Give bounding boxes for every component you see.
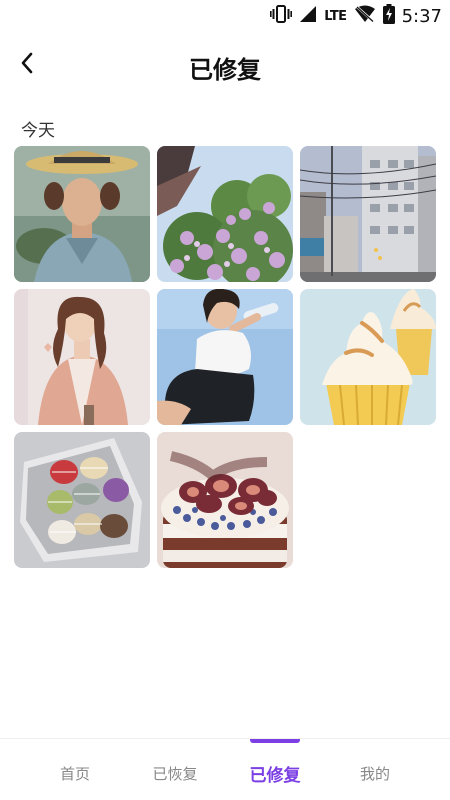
nav-tab-label: 已修复	[249, 766, 301, 786]
photo-woman-straw-hat	[14, 146, 150, 282]
photo-thumbnail[interactable]	[14, 432, 150, 568]
photo-girl-drinking	[157, 289, 293, 425]
nav-tab-label: 首页	[59, 765, 90, 783]
photo-thumbnail[interactable]	[157, 146, 293, 282]
nav-tab-label: 已恢复	[152, 765, 198, 783]
section-date-label: 今天	[21, 121, 55, 141]
network-type-label: LTE	[324, 8, 347, 24]
photo-street-buildings	[300, 146, 436, 282]
photo-thumbnail[interactable]	[157, 289, 293, 425]
nav-tab-repaired[interactable]: 已修复	[225, 739, 325, 800]
nav-tab-home[interactable]: 首页	[25, 739, 125, 800]
nav-tab-mine[interactable]: 我的	[325, 739, 425, 800]
cellular-signal-icon	[299, 5, 317, 27]
photo-thumbnail[interactable]	[300, 289, 436, 425]
page-title: 已修复	[189, 56, 261, 84]
photo-thumbnail[interactable]	[300, 146, 436, 282]
battery-charging-icon	[382, 4, 395, 28]
active-tab-indicator	[250, 739, 300, 743]
photo-thumbnail[interactable]	[157, 432, 293, 568]
header: 已修复	[0, 40, 450, 90]
photo-flowers-pagoda	[157, 146, 293, 282]
photo-thumbnail[interactable]	[14, 289, 150, 425]
photo-fig-cake	[157, 432, 293, 568]
nav-tab-label: 我的	[359, 765, 390, 783]
bottom-navigation: 首页 已恢复 已修复 我的	[0, 738, 450, 800]
wifi-off-icon	[354, 5, 376, 27]
nav-tab-recovered[interactable]: 已恢复	[125, 739, 225, 800]
photo-macarons-box	[14, 432, 150, 568]
clock: 5:37	[401, 5, 442, 27]
photo-meringue-cupcakes	[300, 289, 436, 425]
status-bar: LTE 5:37	[0, 0, 450, 32]
status-icons: LTE 5:37	[270, 4, 442, 28]
photo-thumbnail[interactable]	[14, 146, 150, 282]
vibrate-icon	[270, 4, 293, 28]
photo-woman-pink-coat	[14, 289, 150, 425]
